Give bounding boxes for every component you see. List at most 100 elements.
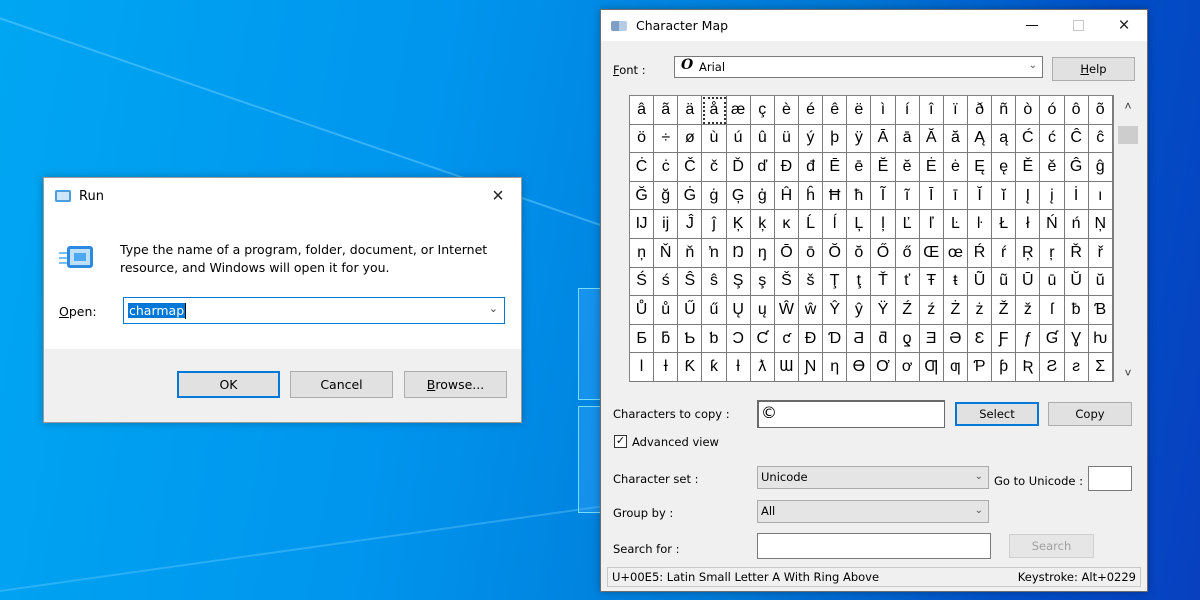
character-cell[interactable]: Ā bbox=[871, 124, 896, 154]
character-cell[interactable]: þ bbox=[823, 124, 848, 154]
character-cell[interactable]: ï bbox=[943, 96, 968, 125]
character-cell[interactable]: ƣ bbox=[943, 353, 968, 382]
character-cell[interactable]: Ɖ bbox=[798, 324, 824, 354]
chevron-up-icon[interactable]: ˄ bbox=[1116, 97, 1140, 115]
character-cell[interactable]: Ŷ bbox=[823, 296, 848, 325]
character-cell[interactable]: Ũ bbox=[967, 267, 993, 297]
character-cell[interactable]: ø bbox=[678, 124, 703, 154]
character-cell[interactable]: š bbox=[798, 267, 824, 297]
character-cell[interactable]: ÿ bbox=[847, 124, 872, 154]
character-cell[interactable]: ť bbox=[895, 267, 920, 297]
character-cell[interactable]: ƥ bbox=[992, 353, 1017, 382]
character-cell[interactable]: Ľ bbox=[895, 210, 920, 239]
character-cell[interactable]: í bbox=[895, 96, 920, 125]
copy-button[interactable]: Copy bbox=[1048, 402, 1132, 426]
character-cell[interactable]: ƙ bbox=[702, 353, 727, 382]
character-cell[interactable]: ć bbox=[1040, 124, 1065, 154]
character-cell[interactable]: Ĉ bbox=[1064, 124, 1089, 154]
character-cell[interactable]: ƍ bbox=[895, 324, 920, 354]
character-cell[interactable]: đ bbox=[798, 153, 824, 182]
character-cell[interactable]: ş bbox=[750, 267, 775, 297]
character-cell[interactable]: ď bbox=[750, 153, 775, 182]
character-cell[interactable]: ƚ bbox=[726, 353, 751, 382]
character-cell[interactable]: é bbox=[798, 96, 824, 125]
character-cell[interactable]: Ɯ bbox=[774, 353, 799, 382]
chars-to-copy-input[interactable]: © bbox=[757, 400, 945, 428]
character-cell[interactable]: ü bbox=[774, 124, 799, 154]
character-cell[interactable]: î bbox=[919, 96, 944, 125]
character-cell[interactable]: ä bbox=[678, 96, 703, 125]
character-cell[interactable]: Ħ bbox=[823, 181, 848, 211]
character-cell[interactable]: Ū bbox=[1016, 267, 1041, 297]
character-cell[interactable]: ğ bbox=[654, 181, 679, 211]
chevron-down-icon[interactable]: ˅ bbox=[1116, 364, 1140, 382]
character-cell[interactable]: Ō bbox=[774, 238, 799, 268]
search-button[interactable]: Search bbox=[1009, 534, 1094, 558]
character-cell[interactable]: İ bbox=[1064, 181, 1089, 211]
character-cell[interactable]: Ŭ bbox=[1064, 267, 1089, 297]
character-cell[interactable]: ö bbox=[630, 124, 655, 154]
character-cell[interactable]: Œ bbox=[919, 238, 944, 268]
character-cell[interactable]: Ň bbox=[654, 238, 679, 268]
character-cell[interactable]: Ř bbox=[1064, 238, 1089, 268]
character-cell[interactable]: ļ bbox=[871, 210, 896, 239]
character-cell[interactable]: Ƈ bbox=[750, 324, 775, 354]
character-cell[interactable]: Ő bbox=[871, 238, 896, 268]
character-cell[interactable]: ŵ bbox=[798, 296, 824, 325]
character-cell[interactable]: ƅ bbox=[702, 324, 727, 354]
character-cell[interactable]: ŋ bbox=[750, 238, 775, 268]
character-cell[interactable]: ľ bbox=[919, 210, 944, 239]
character-cell[interactable]: ą bbox=[992, 124, 1017, 154]
ok-button[interactable]: OK bbox=[177, 371, 280, 398]
character-cell[interactable]: ò bbox=[1016, 96, 1041, 125]
character-cell[interactable]: ù bbox=[702, 124, 727, 154]
character-cell[interactable]: Ť bbox=[871, 267, 896, 297]
character-cell[interactable]: ê bbox=[823, 96, 848, 125]
character-cell[interactable]: ū bbox=[1040, 267, 1065, 297]
character-cell[interactable]: ċ bbox=[654, 153, 679, 182]
character-cell[interactable]: ā bbox=[895, 124, 920, 154]
character-cell[interactable]: ô bbox=[1064, 96, 1089, 125]
character-cell[interactable]: Ɣ bbox=[1064, 324, 1089, 354]
character-cell[interactable]: Ĕ bbox=[871, 153, 896, 182]
character-cell[interactable]: ơ bbox=[895, 353, 920, 382]
character-cell[interactable]: Ć bbox=[1016, 124, 1041, 154]
character-cell[interactable]: ž bbox=[1016, 296, 1041, 325]
character-cell[interactable]: Ţ bbox=[823, 267, 848, 297]
character-cell[interactable]: Ɵ bbox=[847, 353, 872, 382]
search-input[interactable] bbox=[757, 533, 991, 559]
character-cell[interactable]: Ď bbox=[726, 153, 751, 182]
go-to-unicode-input[interactable] bbox=[1088, 466, 1132, 491]
character-cell[interactable]: Ʃ bbox=[1088, 353, 1113, 382]
character-cell[interactable]: ũ bbox=[992, 267, 1017, 297]
character-cell[interactable]: Ź bbox=[895, 296, 920, 325]
character-cell[interactable]: Ĩ bbox=[871, 181, 896, 211]
character-cell[interactable]: ŧ bbox=[943, 267, 968, 297]
character-cell[interactable]: ĭ bbox=[992, 181, 1017, 211]
character-cell[interactable]: û bbox=[750, 124, 775, 154]
character-cell[interactable]: ŗ bbox=[1040, 238, 1065, 268]
character-cell[interactable]: â bbox=[630, 96, 655, 125]
character-cell[interactable]: ě bbox=[1040, 153, 1065, 182]
character-cell[interactable]: Ƨ bbox=[1040, 353, 1065, 382]
character-cell[interactable]: Ŗ bbox=[1016, 238, 1041, 268]
character-cell[interactable]: Ű bbox=[678, 296, 703, 325]
character-cell[interactable]: è bbox=[774, 96, 799, 125]
character-cell[interactable]: ń bbox=[1064, 210, 1089, 239]
character-cell[interactable]: ĸ bbox=[774, 210, 799, 239]
character-cell[interactable]: Ɔ bbox=[726, 324, 751, 354]
character-cell[interactable]: ç bbox=[750, 96, 775, 125]
character-cell[interactable]: Ċ bbox=[630, 153, 655, 182]
character-cell[interactable]: ŀ bbox=[967, 210, 993, 239]
character-cell[interactable]: ĩ bbox=[895, 181, 920, 211]
character-cell[interactable]: Ɠ bbox=[1040, 324, 1065, 354]
maximize-icon[interactable] bbox=[1055, 10, 1101, 41]
character-cell[interactable]: Ƃ bbox=[630, 324, 655, 354]
character-cell[interactable]: Đ bbox=[774, 153, 799, 182]
character-cell[interactable]: ă bbox=[943, 124, 968, 154]
character-cell[interactable]: Ƅ bbox=[678, 324, 703, 354]
character-cell[interactable]: æ bbox=[726, 96, 751, 125]
character-cell[interactable]: ų bbox=[750, 296, 775, 325]
character-cell[interactable]: ƨ bbox=[1064, 353, 1089, 382]
character-cell[interactable]: Ă bbox=[919, 124, 944, 154]
